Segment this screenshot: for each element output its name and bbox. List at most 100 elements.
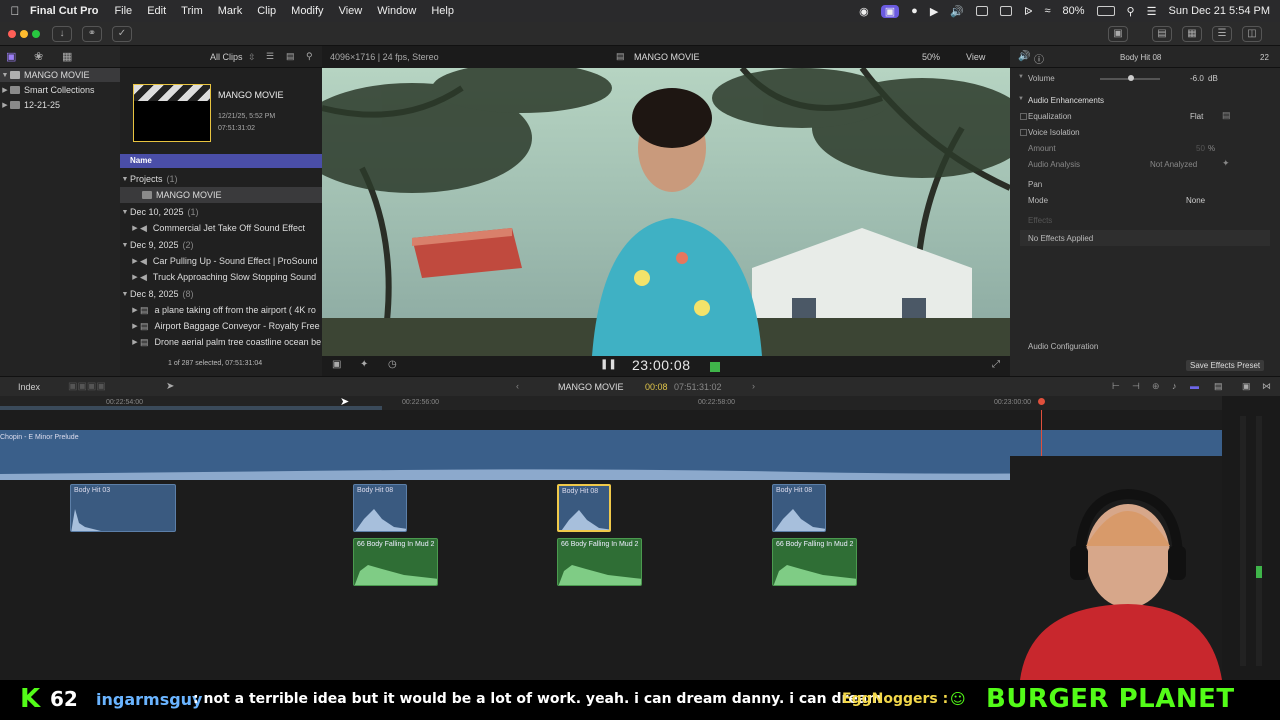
background-tasks-button[interactable]: ✓ (112, 26, 132, 42)
inspector-toggle-button[interactable]: ◫ (1242, 26, 1262, 42)
audio-inspector-tab-icon[interactable]: 🔊 (1018, 51, 1030, 62)
menu-file[interactable]: File (114, 5, 132, 17)
library-item-event[interactable]: ▶ 12-21-25 (0, 98, 120, 112)
skimming-icon[interactable]: ⊕ (1152, 381, 1160, 392)
info-inspector-tab-icon[interactable]: ⓘ (1034, 51, 1044, 66)
list-view-icon[interactable]: ☰ (266, 51, 274, 62)
titles-icon[interactable]: ▦ (62, 50, 72, 63)
menu-edit[interactable]: Edit (147, 5, 166, 17)
audio-clip-body-hit[interactable]: Body Hit 03 (70, 484, 176, 532)
zoom-window-button[interactable] (32, 30, 40, 38)
effects-browser-icon[interactable]: ▣ (1242, 381, 1251, 392)
close-window-button[interactable] (8, 30, 16, 38)
disclosure-open-icon[interactable]: ▼ (0, 72, 10, 79)
list-item[interactable]: ▶ ◀ Truck Approaching Slow Stopping Soun… (120, 269, 322, 285)
back-arrow-icon[interactable]: ‹ (516, 381, 519, 391)
audio-clip-body-falling[interactable]: 66 Body Falling In Mud 2 (772, 538, 857, 586)
disclosure-open-icon[interactable]: ▼ (120, 209, 130, 216)
group-header-projects[interactable]: ▼ Projects (1) (120, 171, 322, 187)
disclosure-closed-icon[interactable]: ▶ (130, 338, 140, 346)
group-header-dec-8[interactable]: ▼ Dec 8, 2025 (8) (120, 286, 322, 302)
wifi-icon[interactable]: ≈ (1044, 5, 1050, 17)
connect-clip-icon[interactable]: ▣▣▣▣ (68, 381, 106, 392)
status-icon[interactable]: ● (911, 5, 918, 17)
disclosure-open-icon[interactable]: ▼ (120, 242, 130, 249)
battery-icon[interactable] (1096, 6, 1115, 16)
disclosure-closed-icon[interactable]: ▶ (130, 322, 140, 330)
save-effects-preset-button[interactable]: Save Effects Preset (1186, 360, 1265, 371)
speed-icon[interactable]: ◷ (388, 359, 397, 370)
volume-value[interactable]: -6.0 (1190, 74, 1204, 83)
disclosure-closed-icon[interactable]: ▶ (130, 306, 140, 314)
apple-menu-icon[interactable]:  (0, 4, 30, 18)
equalization-checkbox[interactable] (1020, 113, 1027, 120)
headphones-icon[interactable]: ♪ (1172, 381, 1177, 391)
disclosure-closed-icon[interactable]: ▶ (0, 101, 10, 109)
search-icon[interactable]: ⚲ (306, 51, 313, 62)
menu-help[interactable]: Help (431, 5, 454, 17)
play-pause-button[interactable]: ❚❚ (600, 359, 617, 370)
crop-icon[interactable]: ✦ (360, 359, 368, 370)
equalization-dropdown[interactable]: Flat (1190, 112, 1203, 121)
forward-arrow-icon[interactable]: › (752, 381, 755, 391)
keywords-button[interactable]: ⚭ (82, 26, 102, 42)
airplay-icon[interactable] (1000, 6, 1012, 16)
disclosure-closed-icon[interactable]: ▶ (0, 86, 10, 94)
name-column-header[interactable]: Name (120, 154, 322, 168)
transitions-icon[interactable]: ⋈ (1262, 381, 1271, 392)
filter-chevron-icon[interactable]: ⇳ (248, 52, 256, 63)
voice-isolation-checkbox[interactable] (1020, 129, 1027, 136)
volume-slider-knob[interactable] (1128, 75, 1134, 81)
menu-mark[interactable]: Mark (218, 5, 242, 17)
audio-clip-body-hit[interactable]: Body Hit 08 (353, 484, 407, 532)
eq-graph-icon[interactable]: ▤ (1222, 110, 1231, 121)
menu-window[interactable]: Window (377, 5, 416, 17)
minimize-window-button[interactable] (20, 30, 28, 38)
audio-clip-body-falling[interactable]: 66 Body Falling In Mud 2 (557, 538, 642, 586)
library-item-smart-collections[interactable]: ▶ Smart Collections (0, 83, 120, 97)
creative-cloud-icon[interactable]: ◉ (859, 5, 869, 18)
amount-value[interactable]: 50 (1196, 144, 1205, 153)
group-header-dec-10[interactable]: ▼ Dec 10, 2025 (1) (120, 204, 322, 220)
library-item-mango-movie[interactable]: ▼ MANGO MOVIE (0, 68, 120, 82)
magic-wand-icon[interactable]: ✦ (1222, 158, 1230, 169)
zoom-out-icon[interactable]: ⊢ (1112, 381, 1120, 392)
layout-button-2[interactable]: ▤ (1152, 26, 1172, 42)
pan-mode-dropdown[interactable]: None (1186, 196, 1205, 205)
project-thumbnail[interactable] (133, 84, 211, 142)
disclosure-closed-icon[interactable]: ▶ (130, 257, 140, 265)
app-menu[interactable]: Final Cut Pro (30, 5, 98, 17)
menu-view[interactable]: View (339, 5, 363, 17)
zoom-dropdown[interactable]: 50% (922, 52, 940, 62)
select-tool-icon[interactable]: ➤ (166, 381, 174, 392)
fullscreen-icon[interactable]: ⤢ (992, 359, 1000, 370)
index-button[interactable]: Index (18, 382, 40, 392)
video-frame[interactable] (322, 68, 1010, 356)
list-item[interactable]: ▶ ◀ Commercial Jet Take Off Sound Effect (120, 220, 322, 236)
clip-appearance-icon[interactable]: ▤ (1214, 381, 1223, 392)
disclosure-open-icon[interactable]: ▼ (1018, 74, 1024, 80)
timeline-project-title[interactable]: MANGO MOVIE (558, 382, 624, 392)
screen-record-icon[interactable]: ▣ (880, 4, 900, 18)
list-item[interactable]: MANGO MOVIE (120, 187, 322, 203)
view-dropdown[interactable]: View (966, 52, 985, 62)
photos-icon[interactable]: ❀ (34, 50, 43, 63)
audio-clip-body-hit-selected[interactable]: Body Hit 08 (557, 484, 611, 532)
spotlight-icon[interactable]: ⚲ (1127, 5, 1135, 18)
audio-clip-body-hit[interactable]: Body Hit 08 (772, 484, 826, 532)
display-icon[interactable] (976, 6, 988, 16)
volume-icon[interactable]: 🔊 (950, 5, 964, 18)
libraries-icon[interactable]: ▣ (6, 50, 16, 63)
playhead-marker[interactable] (1038, 398, 1045, 405)
clip-appearance-icon[interactable]: ▤ (286, 51, 295, 62)
clip-filter-dropdown[interactable]: All Clips (210, 52, 243, 62)
disclosure-open-icon[interactable]: ▼ (120, 291, 130, 298)
disclosure-closed-icon[interactable]: ▶ (130, 224, 140, 232)
list-item[interactable]: ▶ ▤ Drone aerial palm tree coastline oce… (120, 334, 322, 350)
menu-modify[interactable]: Modify (291, 5, 323, 17)
list-item[interactable]: ▶ ▤ Airport Baggage Conveyor - Royalty F… (120, 318, 322, 334)
disclosure-open-icon[interactable]: ▼ (120, 176, 130, 183)
disclosure-open-icon[interactable]: ▼ (1018, 96, 1024, 102)
list-item[interactable]: ▶ ▤ a plane taking off from the airport … (120, 302, 322, 318)
control-center-icon[interactable]: ☰ (1147, 5, 1157, 18)
